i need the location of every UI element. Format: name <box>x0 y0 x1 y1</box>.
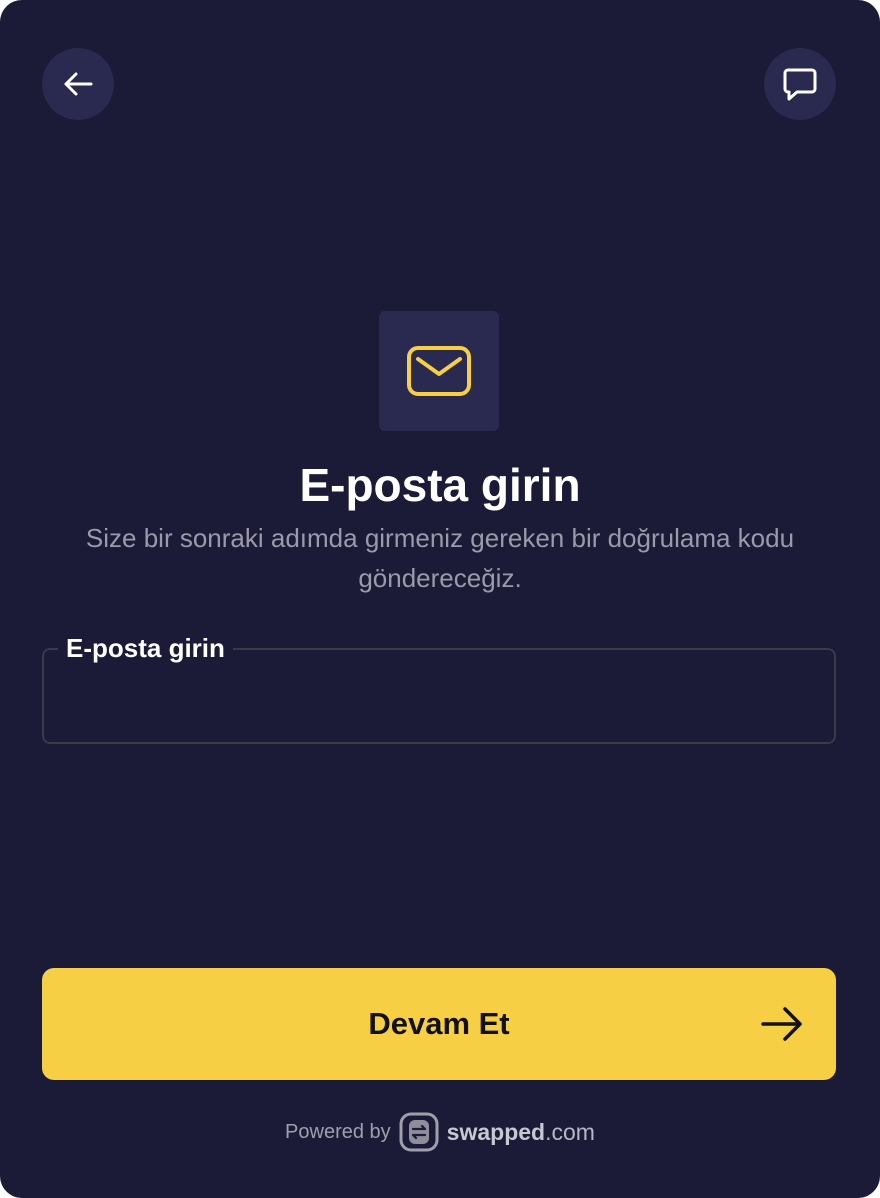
envelope-icon <box>407 346 471 396</box>
chat-bubble-icon <box>783 68 817 101</box>
powered-by-text: Powered by <box>285 1120 391 1143</box>
page-subtitle: Size bir sonraki adımda girmeniz gereken… <box>85 523 795 593</box>
brand-name: swapped <box>446 1118 546 1145</box>
arrow-left-icon <box>64 72 93 96</box>
email-entry-panel: E-posta girin Size bir sonraki adımda gi… <box>0 0 880 1198</box>
hero-icon-container <box>379 311 499 431</box>
powered-by-footer: Powered by swapped.com <box>0 1108 880 1156</box>
back-button[interactable] <box>42 48 114 120</box>
brand-suffix: .com <box>545 1118 595 1145</box>
swap-logo-icon <box>399 1112 439 1152</box>
chat-button[interactable] <box>764 48 836 120</box>
brand-wordmark[interactable]: swapped.com <box>447 1119 595 1146</box>
continue-button-label: Devam Et <box>368 1006 510 1041</box>
email-input[interactable] <box>64 676 814 720</box>
continue-button[interactable]: Devam Et <box>42 968 836 1080</box>
arrow-right-icon <box>761 1007 802 1041</box>
email-field-label: E-posta girin <box>58 630 233 666</box>
page-title: E-posta girin <box>299 459 581 511</box>
